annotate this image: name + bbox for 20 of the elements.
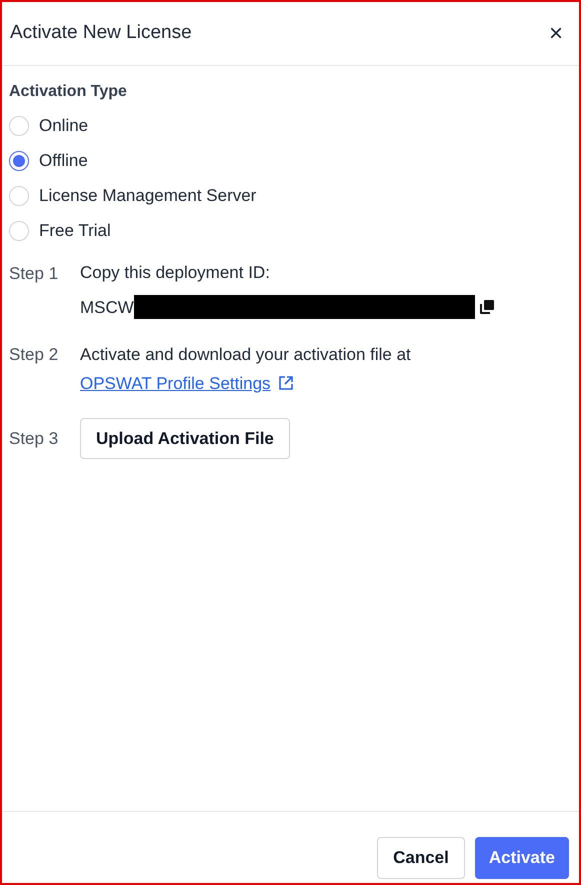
step-label: Step 1 (9, 263, 60, 285)
activate-button[interactable]: Activate (474, 837, 569, 879)
external-link-icon (278, 376, 293, 390)
radio-label: Online (39, 114, 88, 137)
cancel-button[interactable]: Cancel (377, 837, 465, 879)
step-label: Step 3 (9, 428, 60, 450)
close-button[interactable]: × (544, 22, 567, 46)
radio-label: Offline (39, 150, 88, 172)
instruction-text: Copy this deployment ID: (80, 262, 271, 284)
section-label: Activation Type (9, 82, 128, 102)
radio-button[interactable] (9, 150, 29, 170)
upload-button[interactable]: Upload Activation File (80, 418, 290, 459)
radio-label: Free Trial (39, 220, 111, 242)
instruction-text: Activate and download your activation file at (80, 344, 411, 366)
dialog-title: Activate New License (10, 21, 192, 46)
profile-settings-link[interactable]: OPSWAT Profile Settings (80, 370, 293, 396)
radio-label: License Management Server (39, 184, 256, 207)
copy-icon[interactable] (480, 300, 494, 314)
step-label: Step 2 (9, 344, 60, 366)
deployment-id: MSCW (80, 296, 134, 318)
